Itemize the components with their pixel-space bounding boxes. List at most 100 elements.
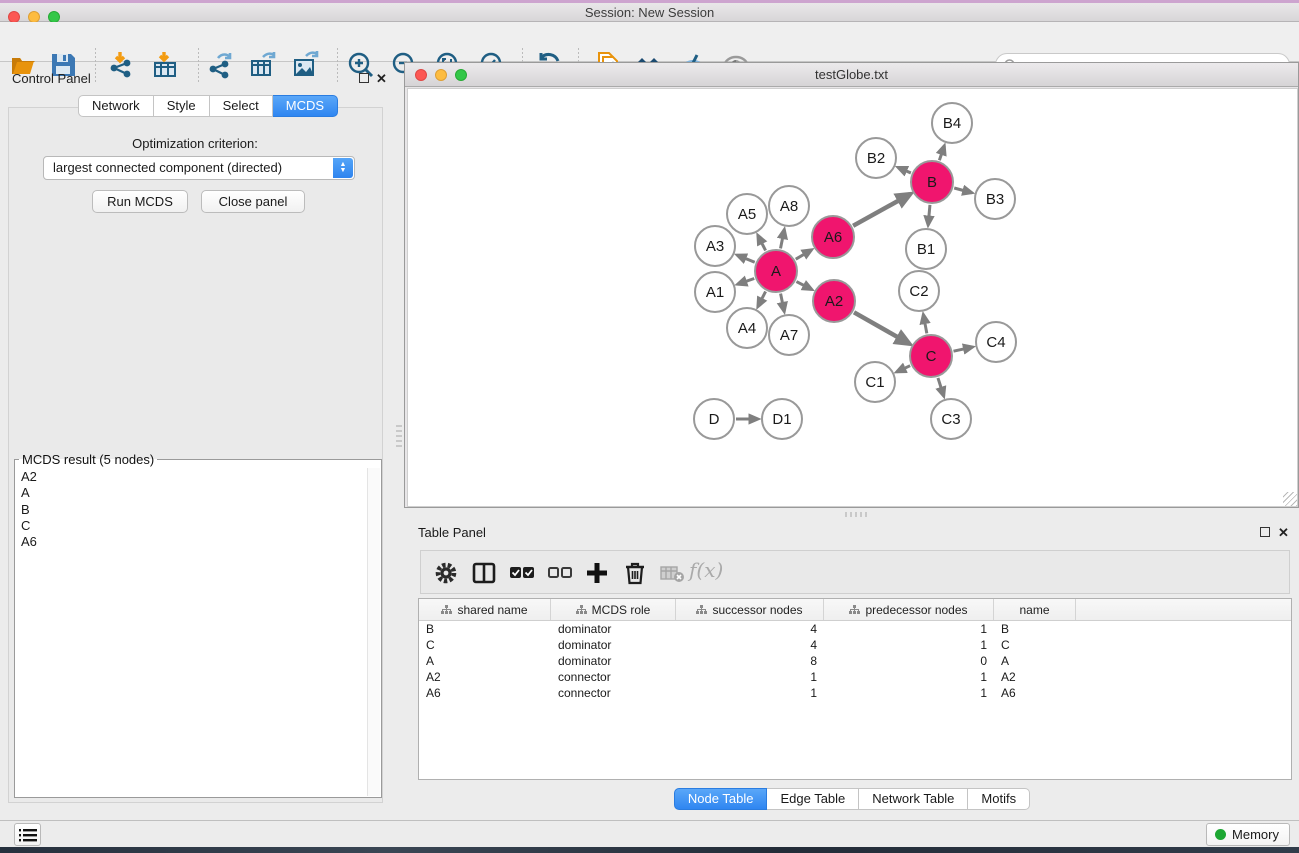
- table-row[interactable]: A2connector11A2: [419, 669, 1291, 685]
- table-row[interactable]: Bdominator41B: [419, 621, 1291, 637]
- edge-A2-C[interactable]: [854, 312, 909, 343]
- network-minimize-button[interactable]: [435, 69, 447, 81]
- cell[interactable]: A2: [419, 669, 551, 685]
- tab-select[interactable]: Select: [210, 95, 273, 117]
- add-column-icon[interactable]: [584, 560, 610, 586]
- cell[interactable]: connector: [551, 685, 676, 701]
- column-header-MCDS-role[interactable]: MCDS role: [551, 599, 676, 620]
- delete-column-icon[interactable]: [622, 560, 648, 586]
- edge-A-A4[interactable]: [758, 291, 766, 306]
- cell[interactable]: 1: [676, 669, 824, 685]
- table-panel-float-icon[interactable]: [1260, 527, 1270, 537]
- column-header-name[interactable]: name: [994, 599, 1076, 620]
- export-network-icon[interactable]: [206, 51, 234, 79]
- cell[interactable]: 8: [676, 653, 824, 669]
- criterion-dropdown[interactable]: largest connected component (directed) ▲…: [43, 156, 355, 180]
- control-panel-float-icon[interactable]: [359, 73, 369, 83]
- export-table-icon[interactable]: [249, 51, 277, 79]
- tab-network-table[interactable]: Network Table: [859, 788, 968, 810]
- network-resize-grip[interactable]: [1283, 492, 1297, 506]
- column-header-successor-nodes[interactable]: successor nodes: [676, 599, 824, 620]
- tab-motifs[interactable]: Motifs: [968, 788, 1030, 810]
- cell[interactable]: 1: [824, 685, 994, 701]
- cell[interactable]: 1: [676, 685, 824, 701]
- cell[interactable]: A6: [994, 685, 1076, 701]
- table-row[interactable]: Cdominator41C: [419, 637, 1291, 653]
- edge-C-C1[interactable]: [897, 366, 910, 372]
- select-all-columns-icon[interactable]: [509, 560, 535, 586]
- tab-style[interactable]: Style: [154, 95, 210, 117]
- column-header-predecessor-nodes[interactable]: predecessor nodes: [824, 599, 994, 620]
- cell[interactable]: C: [419, 637, 551, 653]
- cell[interactable]: C: [994, 637, 1076, 653]
- delete-table-icon[interactable]: [659, 560, 685, 586]
- mcds-result-item[interactable]: B: [21, 502, 366, 518]
- cell[interactable]: 1: [824, 669, 994, 685]
- edge-A-A7[interactable]: [781, 294, 785, 312]
- cell[interactable]: A: [994, 653, 1076, 669]
- task-list-icon: [19, 827, 37, 843]
- edge-A-A2[interactable]: [796, 282, 811, 290]
- run-mcds-button[interactable]: Run MCDS: [92, 190, 188, 213]
- mcds-result-item[interactable]: A: [21, 485, 366, 501]
- edge-A-A6[interactable]: [796, 250, 812, 259]
- memory-button[interactable]: Memory: [1206, 823, 1290, 846]
- tab-mcds[interactable]: MCDS: [273, 95, 338, 117]
- cell[interactable]: A6: [419, 685, 551, 701]
- column-view-icon[interactable]: [471, 560, 497, 586]
- edge-A-A8[interactable]: [781, 230, 785, 249]
- import-network-icon[interactable]: [107, 51, 135, 79]
- mcds-result-item[interactable]: A2: [21, 469, 366, 485]
- edge-C-C2[interactable]: [923, 315, 926, 334]
- table-settings-icon[interactable]: [433, 560, 459, 586]
- table-body: Bdominator41BCdominator41CAdominator80AA…: [419, 621, 1291, 701]
- cell[interactable]: 0: [824, 653, 994, 669]
- cell[interactable]: A2: [994, 669, 1076, 685]
- edge-B-B2[interactable]: [898, 167, 911, 172]
- cell[interactable]: dominator: [551, 637, 676, 653]
- edge-A-A1[interactable]: [738, 278, 755, 284]
- network-maximize-button[interactable]: [455, 69, 467, 81]
- cell[interactable]: dominator: [551, 653, 676, 669]
- function-builder-icon[interactable]: f(x): [689, 558, 723, 582]
- network-window-titlebar[interactable]: testGlobe.txt: [405, 63, 1298, 87]
- task-history-button[interactable]: [14, 823, 41, 846]
- vertical-splitter-handle[interactable]: [396, 425, 402, 447]
- table-panel-close-icon[interactable]: ✕: [1278, 528, 1289, 538]
- tab-node-table[interactable]: Node Table: [674, 788, 768, 810]
- edge-A-A3[interactable]: [737, 255, 755, 262]
- horizontal-splitter-handle[interactable]: [845, 512, 867, 517]
- table-row[interactable]: A6connector11A6: [419, 685, 1291, 701]
- import-table-icon[interactable]: [151, 51, 179, 79]
- cell[interactable]: 4: [676, 637, 824, 653]
- control-panel-close-icon[interactable]: ✕: [376, 74, 387, 84]
- cell[interactable]: A: [419, 653, 551, 669]
- deselect-all-columns-icon[interactable]: [547, 560, 573, 586]
- edge-C-C4[interactable]: [953, 347, 972, 351]
- mcds-result-item[interactable]: A6: [21, 534, 366, 550]
- edge-B-B3[interactable]: [954, 188, 972, 193]
- cell[interactable]: 4: [676, 621, 824, 637]
- edge-A6-B[interactable]: [853, 194, 910, 226]
- cell[interactable]: 1: [824, 637, 994, 653]
- mcds-result-scrollbar[interactable]: [367, 468, 380, 796]
- edge-B-B1[interactable]: [928, 205, 930, 225]
- network-close-button[interactable]: [415, 69, 427, 81]
- network-canvas[interactable]: AA1A2A3A4A5A6A7A8BB1B2B3B4CC1C2C3C4DD1: [407, 88, 1298, 507]
- tab-edge-table[interactable]: Edge Table: [767, 788, 859, 810]
- mcds-result-list[interactable]: A2ABCA6: [17, 467, 366, 795]
- cell[interactable]: B: [419, 621, 551, 637]
- table-row[interactable]: Adominator80A: [419, 653, 1291, 669]
- export-image-icon[interactable]: [292, 51, 320, 79]
- tab-network[interactable]: Network: [78, 95, 154, 117]
- close-panel-button[interactable]: Close panel: [201, 190, 305, 213]
- cell[interactable]: B: [994, 621, 1076, 637]
- cell[interactable]: dominator: [551, 621, 676, 637]
- column-header-shared-name[interactable]: shared name: [419, 599, 551, 620]
- edge-B-B4[interactable]: [939, 146, 944, 160]
- edge-C-C3[interactable]: [938, 378, 944, 396]
- cell[interactable]: 1: [824, 621, 994, 637]
- edge-A-A5[interactable]: [758, 235, 766, 250]
- cell[interactable]: connector: [551, 669, 676, 685]
- mcds-result-item[interactable]: C: [21, 518, 366, 534]
